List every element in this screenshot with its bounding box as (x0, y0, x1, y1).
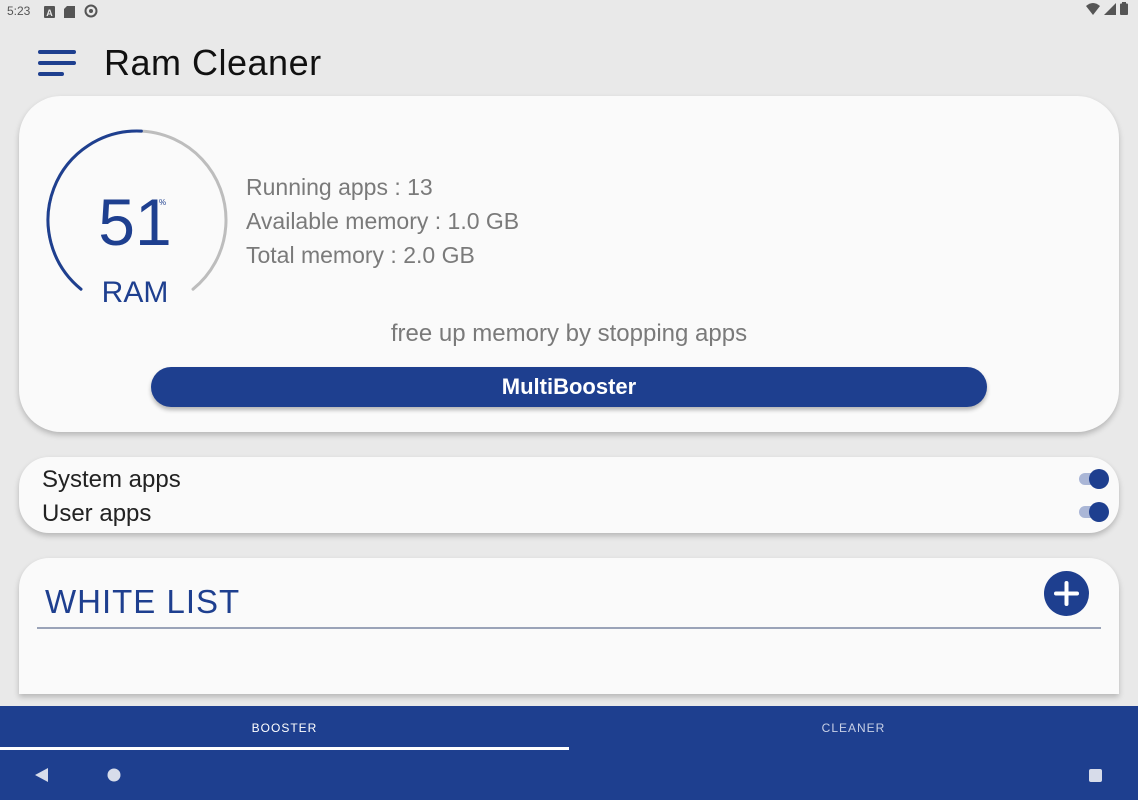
bottom-tab-bar: BOOSTER CLEANER (0, 706, 1138, 750)
white-list-divider (37, 627, 1101, 629)
tab-booster[interactable]: BOOSTER (0, 706, 569, 750)
ram-card: 51 % RAM Running apps : 13 Available mem… (19, 96, 1119, 432)
white-list-card: WHITE LIST (19, 558, 1119, 694)
app-bar: Ram Cleaner (0, 24, 1138, 100)
app-title: Ram Cleaner (104, 42, 322, 83)
ram-label: RAM (101, 276, 169, 309)
hamburger-menu-icon[interactable] (38, 50, 78, 78)
system-apps-label: System apps (42, 466, 181, 493)
back-icon[interactable] (35, 768, 48, 787)
ram-percent-sign: % (159, 198, 167, 207)
plus-icon[interactable] (1044, 571, 1089, 616)
hint-text: free up memory by stopping apps (390, 320, 748, 347)
home-icon[interactable] (107, 768, 121, 787)
status-time: 5:23 (7, 4, 31, 18)
tab-cleaner-label: CLEANER (821, 721, 886, 735)
system-apps-switch[interactable] (1077, 468, 1109, 490)
ram-percent-value: 51 (98, 185, 172, 259)
system-nav-bar (0, 750, 1138, 800)
a-notification-icon: A (44, 5, 55, 18)
recents-icon[interactable] (1089, 769, 1102, 787)
white-list-title: WHITE LIST (45, 583, 241, 620)
status-right-icons (1086, 2, 1128, 20)
tab-booster-label: BOOSTER (251, 721, 318, 735)
multibooster-button[interactable]: MultiBooster (151, 367, 987, 407)
status-bar: 5:23 A (0, 0, 1138, 24)
total-memory-text: Total memory : 2.0 GB (246, 242, 475, 268)
signal-icon (1104, 2, 1116, 20)
tab-cleaner[interactable]: CLEANER (569, 706, 1138, 750)
sd-card-icon (64, 5, 75, 18)
wifi-icon (1086, 2, 1100, 20)
user-apps-switch[interactable] (1077, 501, 1109, 523)
available-memory-text: Available memory : 1.0 GB (246, 208, 520, 234)
running-apps-text: Running apps : 13 (246, 174, 433, 200)
user-apps-label: User apps (42, 500, 152, 527)
svg-text:A: A (46, 8, 53, 18)
app-filter-card: System apps User apps (19, 457, 1119, 533)
battery-icon (1120, 2, 1128, 20)
sync-icon (84, 4, 98, 18)
